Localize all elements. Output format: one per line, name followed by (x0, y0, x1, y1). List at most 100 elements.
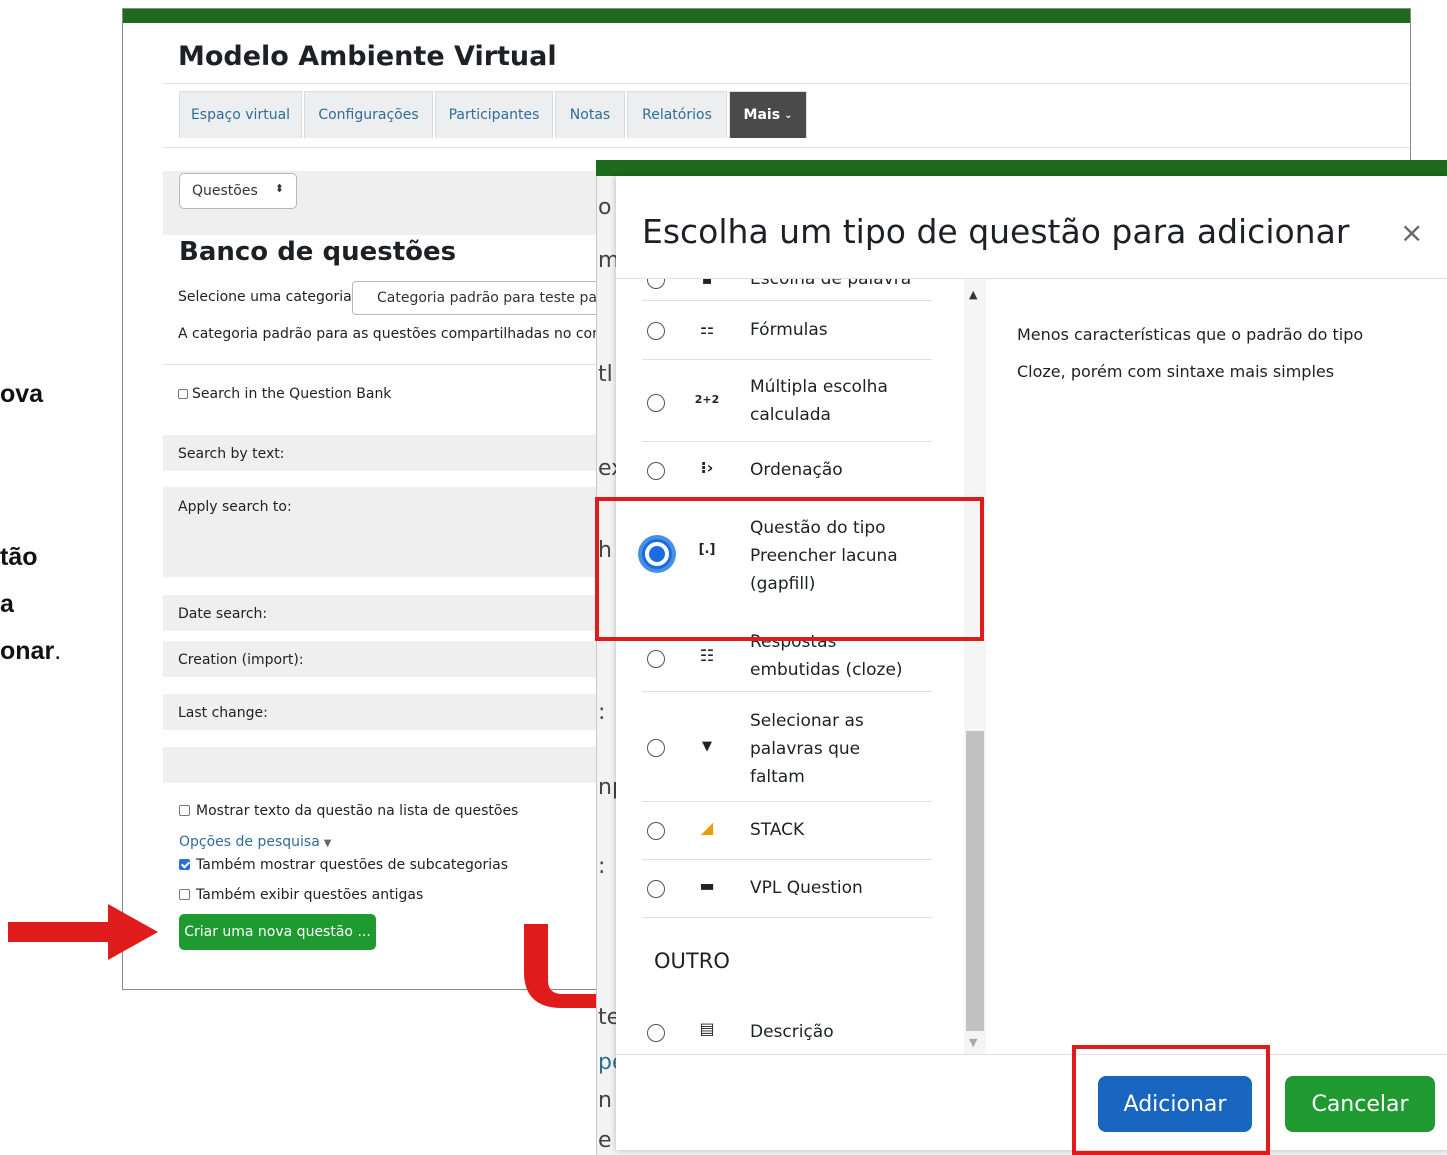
behind-fragment: : (598, 854, 606, 879)
last-change-label: Last change: (178, 705, 268, 721)
description-line: Menos características que o padrão do ti… (1017, 325, 1364, 344)
option-label: Descrição (750, 1022, 834, 1042)
divider (616, 1054, 1447, 1055)
show-text-label: Mostrar texto da questão na lista de que… (196, 803, 519, 819)
search-options-label: Opções de pesquisa (179, 834, 320, 850)
search-in-bank-checkbox[interactable]: Search in the Question Bank (178, 386, 391, 402)
instruction-period: . (54, 637, 62, 665)
description-line: Cloze, porém com sintaxe mais simples (1017, 362, 1335, 381)
checkbox-box[interactable] (179, 805, 190, 816)
question-type-description: Menos características que o padrão do ti… (1017, 316, 1417, 390)
option-formulas[interactable]: ⚏ Fórmulas (642, 302, 932, 360)
radio-button[interactable] (647, 1024, 665, 1042)
list-item-partial[interactable]: ▪ Escolha de palavra (642, 279, 932, 301)
dropdown-triangle-icon: ▼ (702, 739, 712, 754)
old-questions-label: Também exibir questões antigas (196, 887, 424, 903)
option-stack[interactable]: ◢ STACK (642, 802, 932, 860)
show-text-checkbox[interactable]: Mostrar texto da questão na lista de que… (179, 803, 518, 819)
divider (163, 147, 1410, 148)
option-label: Fórmulas (750, 320, 828, 340)
radio-button[interactable] (647, 650, 665, 668)
option-calculated-multichoice[interactable]: 2+2 Múltipla escolha calculada (642, 360, 932, 442)
apply-search-label: Apply search to: (178, 499, 292, 515)
option-description[interactable]: ▤ Descrição (642, 1004, 932, 1054)
radio-button[interactable] (647, 822, 665, 840)
list-item-label: Escolha de palavra (750, 279, 912, 289)
tab-configuracoes[interactable]: Configurações (304, 91, 433, 138)
option-select-missing-words[interactable]: ▼ Selecionar as palavras que faltam (642, 692, 932, 802)
date-search-label: Date search: (178, 606, 268, 622)
option-label: Ordenação (750, 460, 843, 480)
radio-button[interactable] (647, 462, 665, 480)
creation-label: Creation (import): (178, 652, 304, 668)
radio-button[interactable] (647, 739, 665, 757)
checkbox-box[interactable] (178, 389, 188, 399)
tab-participantes[interactable]: Participantes (435, 91, 553, 138)
page-heading: Banco de questões (179, 237, 457, 267)
radio-button[interactable] (647, 880, 665, 898)
behind-fragment: n (598, 1088, 612, 1113)
subcategories-checkbox[interactable]: Também mostrar questões de subcategorias (179, 857, 508, 873)
instruction-line-2: tão (0, 543, 38, 571)
cancel-button[interactable]: Cancelar (1285, 1076, 1435, 1132)
tab-mais[interactable]: Mais ⌄ (729, 91, 807, 138)
stack-icon: ◢ (700, 818, 714, 837)
red-arrow-right-icon (8, 904, 158, 960)
option-ordering[interactable]: ⁝› Ordenação (642, 442, 932, 500)
scroll-down-icon[interactable]: ▼ (969, 1036, 977, 1049)
word-choice-icon: ▪ (694, 279, 720, 288)
instruction-line-4: onar. (0, 637, 61, 666)
checkbox-box[interactable] (179, 889, 190, 900)
radio-button[interactable] (647, 322, 665, 340)
cloze-icon: ☷ (699, 646, 715, 665)
scroll-up-icon[interactable]: ▲ (969, 288, 977, 301)
search-options-link[interactable]: Opções de pesquisa ▼ (179, 834, 332, 850)
formulas-icon: ⚏ (699, 319, 715, 338)
section-header-other: OUTRO (654, 949, 730, 973)
calculated-multichoice-icon: 2+2 (694, 393, 720, 406)
chevron-down-icon: ⌄ (784, 109, 793, 121)
option-label: STACK (750, 820, 805, 840)
old-questions-checkbox[interactable]: Também exibir questões antigas (179, 887, 423, 903)
course-title: Modelo Ambiente Virtual (178, 41, 557, 72)
tab-espaco-virtual[interactable]: Espaço virtual (179, 91, 302, 138)
category-description: A categoria padrão para as questões comp… (178, 326, 624, 342)
behind-fragment: : (598, 700, 606, 725)
updown-icon: ⬍ (274, 182, 284, 195)
option-vpl[interactable]: ▬ VPL Question (642, 860, 932, 918)
instruction-line-1: ova (0, 380, 44, 408)
behind-fragment: e (598, 1128, 612, 1153)
radio-button[interactable] (647, 394, 665, 412)
create-question-button[interactable]: Criar uma nova questão ... (179, 914, 376, 950)
tab-relatorios[interactable]: Relatórios (627, 91, 727, 138)
behind-fragment: o (598, 195, 612, 220)
top-bar (123, 9, 1410, 23)
page-select-value: Questões (192, 183, 258, 199)
search-by-text-label: Search by text: (178, 446, 285, 462)
highlight-gapfill (595, 497, 984, 641)
modal-title: Escolha um tipo de questão para adiciona… (642, 212, 1350, 251)
highlight-add-button (1072, 1045, 1270, 1155)
description-icon: ▤ (699, 1019, 715, 1038)
divider (163, 83, 1410, 84)
caret-down-icon: ▼ (323, 838, 332, 849)
behind-fragment: tl (598, 362, 613, 387)
search-in-bank-label: Search in the Question Bank (192, 386, 392, 402)
page-select[interactable]: Questões ⬍ (179, 173, 297, 209)
question-type-list: ▪ Escolha de palavra ⚏ Fórmulas 2+2 Múlt… (616, 279, 986, 1054)
subcategories-label: Também mostrar questões de subcategorias (196, 857, 508, 873)
question-type-modal: Escolha um tipo de questão para adiciona… (616, 176, 1447, 1150)
option-label: VPL Question (750, 878, 863, 898)
tab-mais-label: Mais (743, 107, 781, 123)
instruction-bold: onar (0, 637, 55, 665)
option-label: Selecionar as palavras que faltam (750, 711, 864, 787)
checkbox-box-checked[interactable] (179, 859, 190, 870)
close-icon[interactable]: × (1400, 216, 1423, 249)
ordering-icon: ⁝› (700, 458, 714, 477)
tab-notas[interactable]: Notas (555, 91, 625, 138)
radio-button[interactable] (647, 279, 665, 289)
category-label: Selecione uma categoria: (178, 289, 357, 305)
instruction-line-3: a (0, 590, 14, 618)
modal-backdrop-topbar (596, 160, 1447, 176)
scrollbar-thumb[interactable] (966, 731, 984, 1031)
